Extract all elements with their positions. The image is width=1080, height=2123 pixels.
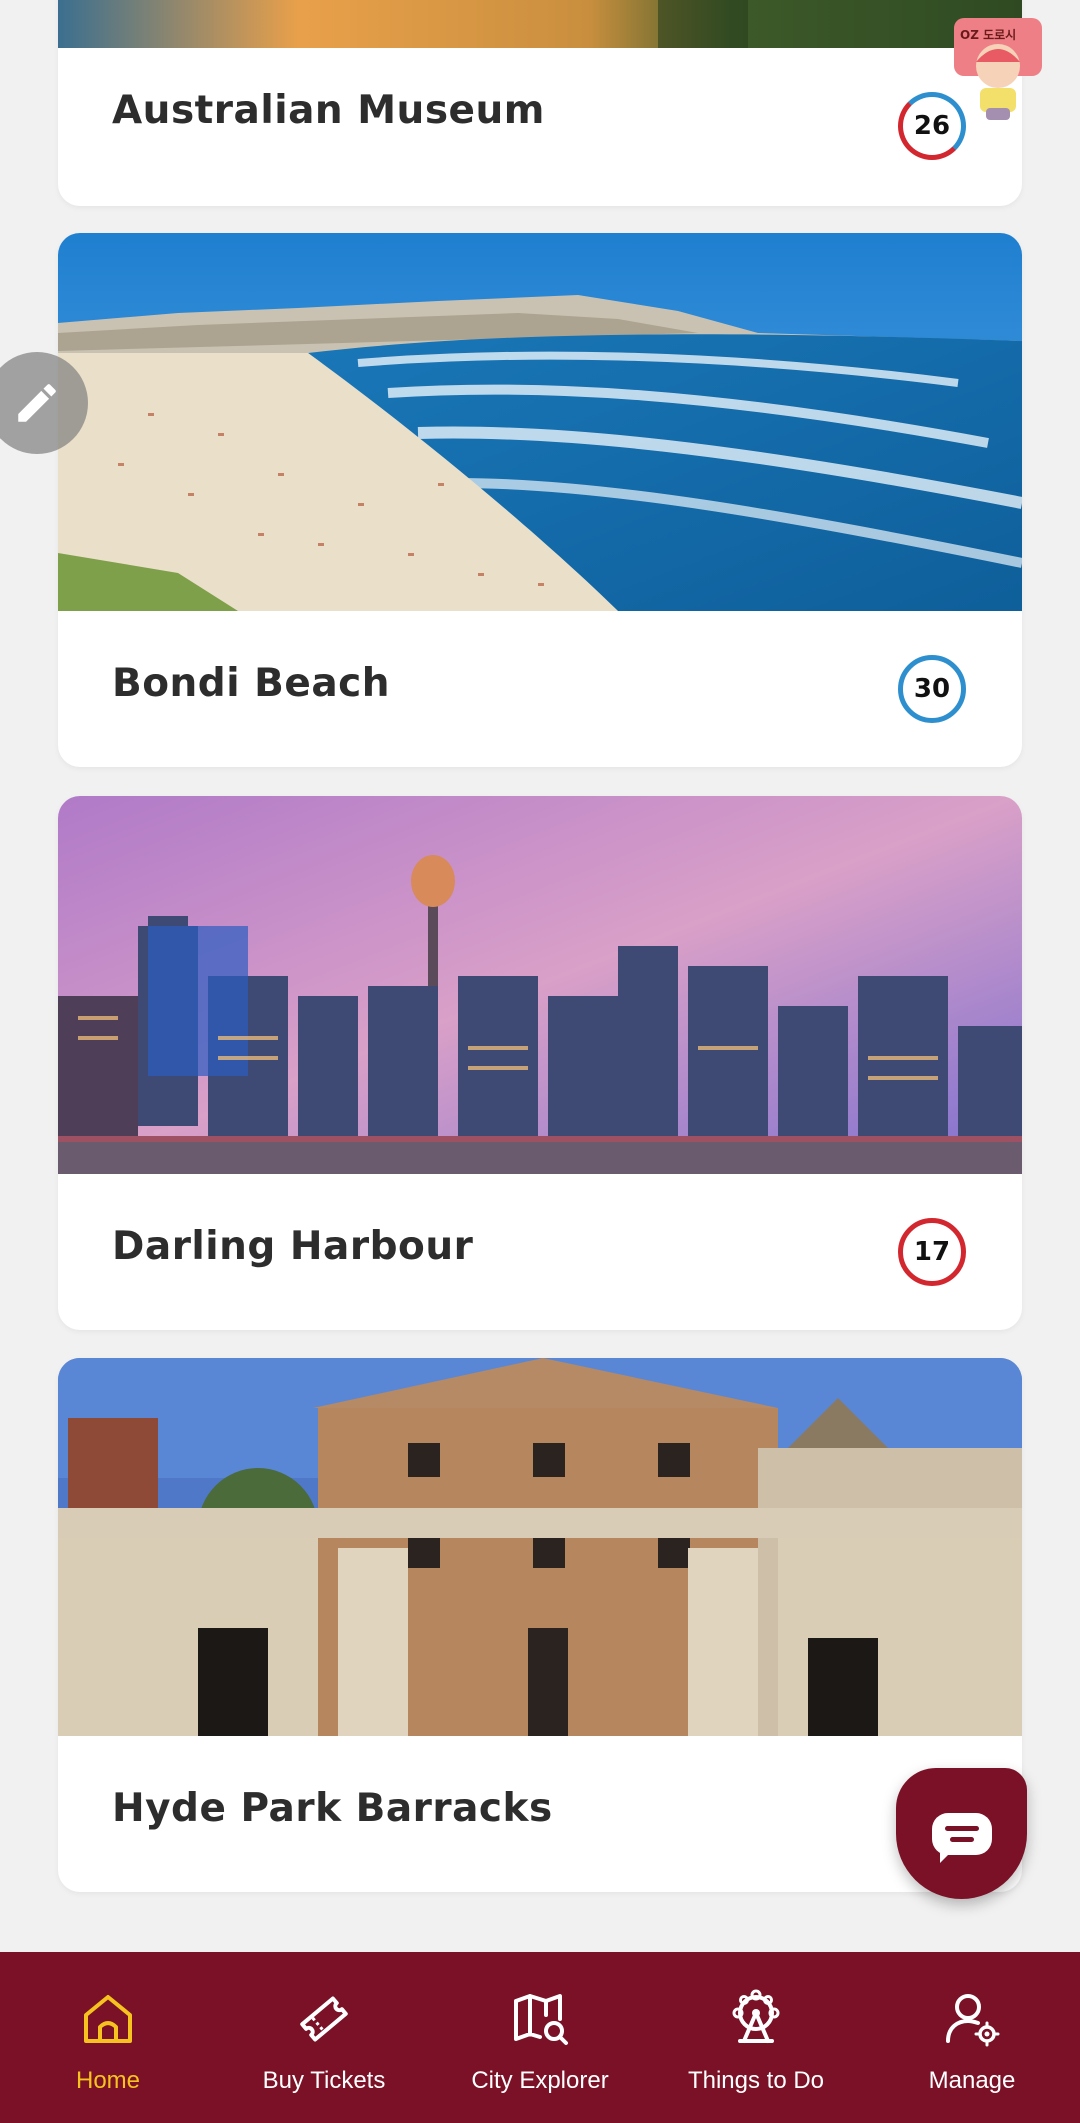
attraction-card-hyde-park-barracks[interactable]: Hyde Park Barracks — [58, 1358, 1022, 1892]
attraction-card-darling-harbour[interactable]: Darling Harbour 17 — [58, 796, 1022, 1330]
chat-button[interactable] — [896, 1768, 1027, 1899]
nav-label: Buy Tickets — [262, 2067, 386, 2094]
nav-label: Home — [75, 2067, 141, 2094]
attraction-image — [58, 233, 1022, 611]
nav-label: City Explorer — [471, 2067, 609, 2094]
nav-item-home[interactable]: Home — [0, 1952, 216, 2123]
visit-count-badge: 30 — [898, 655, 966, 723]
home-icon — [84, 1995, 132, 2043]
attraction-image — [58, 796, 1022, 1174]
attraction-title: Darling Harbour — [112, 1224, 474, 1269]
attraction-title: Bondi Beach — [112, 661, 391, 706]
nav-item-city-explorer[interactable]: City Explorer — [432, 1952, 648, 2123]
attraction-title: Hyde Park Barracks — [112, 1786, 553, 1831]
attraction-image — [58, 1358, 1022, 1736]
nav-item-things-to-do[interactable]: Things to Do — [648, 1952, 864, 2123]
visit-count-badge: 17 — [898, 1218, 966, 1286]
user-settings-icon — [946, 1994, 1000, 2047]
ticket-icon — [300, 1996, 348, 2042]
nav-item-manage[interactable]: Manage — [864, 1952, 1080, 2123]
attraction-title: Australian Museum — [112, 88, 545, 133]
chat-bubble-icon — [931, 1812, 992, 1863]
nav-label: Manage — [928, 2067, 1016, 2094]
attractions-feed[interactable]: Australian Museum 26 Bondi Beach 30 Darl… — [0, 0, 1080, 1952]
map-search-icon — [514, 1994, 568, 2045]
mascot-sticker[interactable]: OZ 도로시 — [950, 16, 1046, 122]
ferris-wheel-icon — [732, 1989, 780, 2043]
mascot-label: OZ 도로시 — [960, 28, 1017, 42]
attraction-image — [58, 0, 1022, 48]
bottom-nav: Home Buy Tickets City Explorer Things to… — [0, 1952, 1080, 2123]
nav-item-buy-tickets[interactable]: Buy Tickets — [216, 1952, 432, 2123]
nav-label: Things to Do — [687, 2067, 825, 2094]
attraction-card-australian-museum[interactable]: Australian Museum 26 — [58, 0, 1022, 206]
pencil-icon — [18, 384, 56, 422]
attraction-card-bondi-beach[interactable]: Bondi Beach 30 — [58, 233, 1022, 767]
